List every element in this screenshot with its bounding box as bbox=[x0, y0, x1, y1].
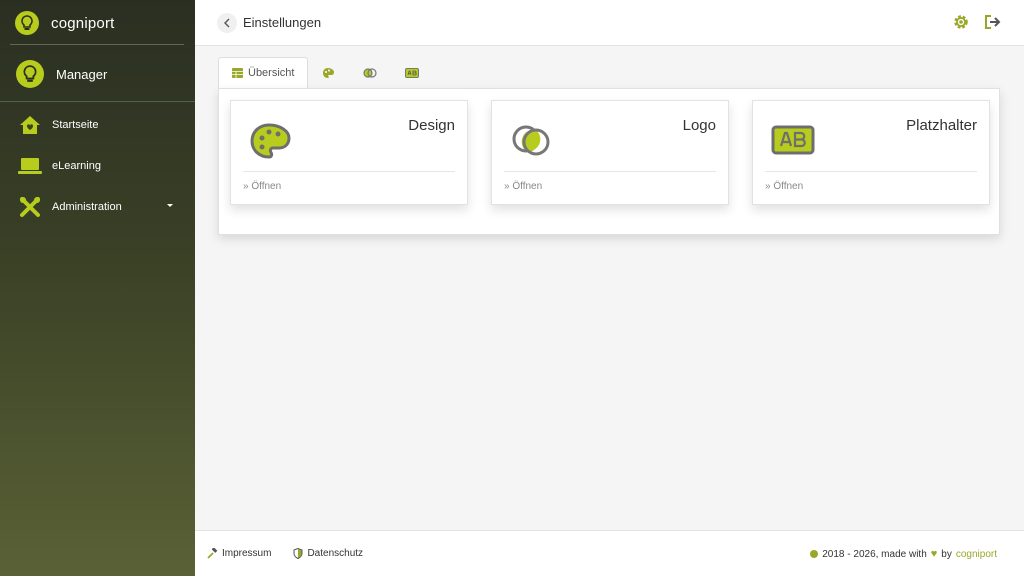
sidebar-item-administration[interactable]: Administration bbox=[0, 186, 195, 227]
open-link[interactable]: » Öffnen bbox=[765, 181, 803, 192]
card-platzhalter[interactable]: Platzhalter » Öffnen bbox=[752, 100, 990, 205]
divider bbox=[504, 171, 716, 172]
brand[interactable]: cogniport bbox=[0, 0, 195, 46]
user-name: Manager bbox=[56, 66, 108, 82]
card-logo[interactable]: Logo » Öffnen bbox=[491, 100, 729, 205]
text-box-icon bbox=[405, 68, 420, 78]
by-text: by bbox=[941, 548, 952, 560]
card-design[interactable]: Design » Öffnen bbox=[230, 100, 468, 205]
card-title: Logo bbox=[682, 117, 716, 134]
sidebar-item-startseite[interactable]: Startseite bbox=[0, 104, 195, 145]
user-profile[interactable]: Manager bbox=[0, 46, 195, 102]
palette-icon bbox=[323, 68, 335, 78]
sidebar-item-label: eLearning bbox=[52, 159, 101, 172]
chevron-down-icon[interactable] bbox=[167, 204, 173, 207]
open-link[interactable]: » Öffnen bbox=[504, 181, 542, 192]
palette-icon bbox=[249, 119, 293, 163]
circles-icon bbox=[510, 119, 554, 163]
lightbulb-logo-icon bbox=[15, 11, 39, 35]
back-button[interactable] bbox=[217, 12, 237, 33]
copyright: 2018 - 2026, made with ♥ by cogniport bbox=[810, 548, 997, 560]
sidebar-item-elearning[interactable]: eLearning bbox=[0, 145, 195, 186]
copyright-icon bbox=[810, 550, 819, 558]
sidebar: cogniport Manager Startseite eLearning A… bbox=[0, 0, 195, 576]
tools-icon bbox=[18, 195, 42, 219]
footer: Impressum Datenschutz 2018 - 2026, made … bbox=[195, 530, 1024, 576]
circles-icon bbox=[363, 68, 378, 78]
laptop-icon bbox=[18, 154, 42, 178]
tab-design[interactable] bbox=[308, 57, 349, 89]
divider bbox=[243, 171, 455, 172]
divider bbox=[765, 171, 977, 172]
card-title: Design bbox=[408, 117, 455, 134]
sidebar-item-label: Administration bbox=[52, 200, 122, 213]
impressum-label: Impressum bbox=[222, 548, 272, 559]
chevron-left-icon bbox=[224, 18, 230, 27]
sidebar-nav: Startseite eLearning Administration bbox=[0, 104, 195, 227]
impressum-link[interactable]: Impressum bbox=[207, 548, 271, 559]
datenschutz-link[interactable]: Datenschutz bbox=[293, 548, 363, 559]
footer-brand-link[interactable]: cogniport bbox=[956, 549, 997, 560]
datenschutz-label: Datenschutz bbox=[307, 548, 364, 559]
header-actions bbox=[952, 13, 1002, 31]
card-title: Platzhalter bbox=[906, 117, 977, 134]
tab-platzhalter[interactable] bbox=[391, 57, 433, 89]
gear-icon[interactable] bbox=[952, 13, 970, 31]
copyright-text: 2018 - 2026, made with bbox=[822, 548, 927, 560]
overview-panel: Design » Öffnen Logo » Öffnen Platzhalte… bbox=[218, 88, 1000, 235]
avatar bbox=[16, 60, 44, 88]
settings-tabs: Übersicht bbox=[218, 57, 433, 89]
logout-icon[interactable] bbox=[984, 13, 1002, 31]
heart-icon: ♥ bbox=[930, 548, 938, 560]
tab-uebersicht[interactable]: Übersicht bbox=[218, 57, 309, 89]
brand-name: cogniport bbox=[51, 14, 115, 32]
top-header: Einstellungen bbox=[195, 0, 1024, 46]
divider bbox=[10, 44, 184, 45]
tab-label: Übersicht bbox=[248, 67, 295, 79]
tab-logo[interactable] bbox=[349, 57, 391, 89]
home-icon bbox=[18, 113, 42, 137]
page-title: Einstellungen bbox=[243, 15, 322, 30]
sidebar-item-label: Startseite bbox=[52, 118, 99, 131]
divider bbox=[0, 101, 195, 102]
footer-links: Impressum Datenschutz bbox=[207, 548, 363, 559]
shield-icon bbox=[293, 548, 303, 559]
gavel-icon bbox=[207, 548, 218, 559]
table-icon bbox=[232, 68, 243, 78]
text-box-icon bbox=[771, 119, 815, 163]
open-link[interactable]: » Öffnen bbox=[243, 181, 281, 192]
